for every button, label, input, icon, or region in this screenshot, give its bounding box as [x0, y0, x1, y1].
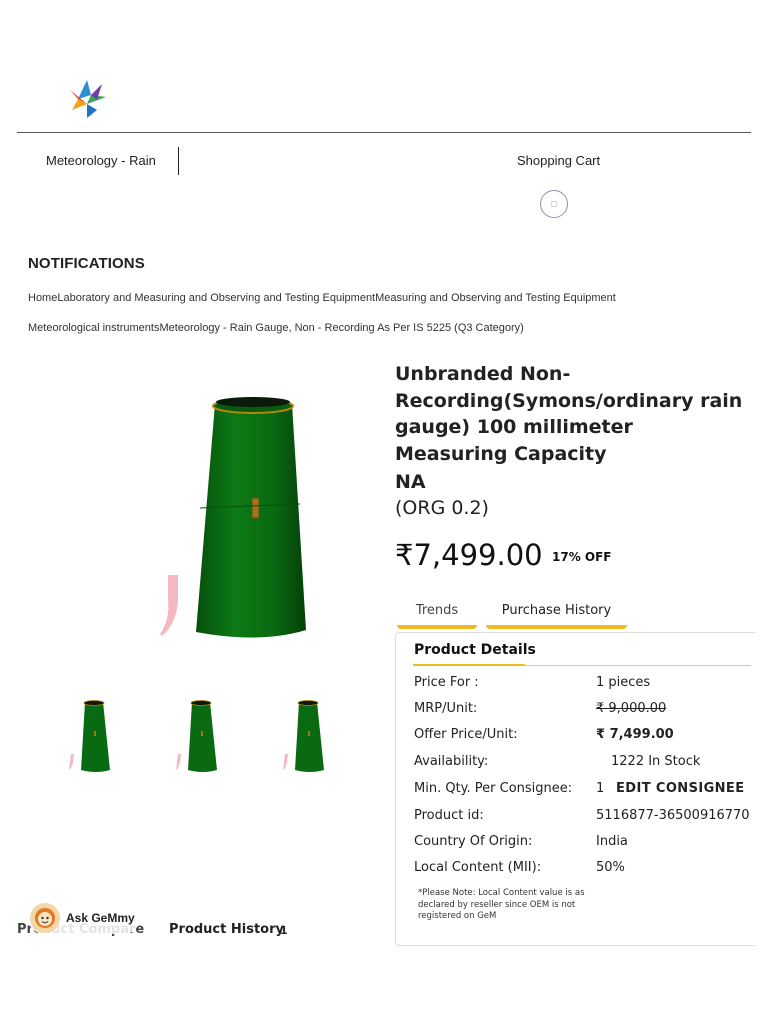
- product-org: (ORG 0.2): [395, 497, 489, 519]
- breadcrumb-line-2[interactable]: Meteorological instrumentsMeteorology - …: [28, 322, 524, 334]
- tab-purchase-history-indicator: [486, 625, 627, 629]
- detail-value-local-content: 50%: [596, 860, 625, 875]
- detail-label-availability: Availability:: [414, 754, 489, 769]
- detail-value-mrp: ₹ 9,000.00: [596, 701, 667, 716]
- detail-label-min-qty: Min. Qty. Per Consignee:: [414, 781, 573, 796]
- cart-icon[interactable]: □: [540, 190, 568, 218]
- detail-label-country: Country Of Origin:: [414, 834, 533, 849]
- shopping-cart-link[interactable]: Shopping Cart: [517, 153, 600, 168]
- detail-label-price-for: Price For :: [414, 675, 479, 690]
- gem-logo[interactable]: [66, 78, 108, 120]
- header-divider: [17, 132, 751, 133]
- product-price: ₹7,499.00: [395, 538, 543, 572]
- product-details-heading: Product Details: [414, 642, 536, 658]
- detail-value-offer-price: ₹ 7,499.00: [596, 727, 674, 742]
- detail-value-product-id: 5116877-36500916770: [596, 808, 750, 823]
- ask-gemmy-button[interactable]: Ask GeMmy: [28, 902, 140, 934]
- product-history-count: 1: [280, 924, 288, 937]
- detail-value-country: India: [596, 834, 628, 849]
- product-thumbnail[interactable]: [175, 698, 225, 774]
- tab-purchase-history[interactable]: Purchase History: [486, 603, 627, 618]
- detail-label-mrp: MRP/Unit:: [414, 701, 478, 716]
- product-details-divider: [525, 665, 751, 666]
- category-link[interactable]: Meteorology - Rain: [46, 153, 156, 168]
- product-title: Unbranded Non-Recording(Symons/ordinary …: [395, 363, 743, 465]
- detail-value-availability: 1222 In Stock: [611, 754, 701, 769]
- detail-value-min-qty: 1: [596, 781, 605, 796]
- product-details-underline: [413, 664, 525, 666]
- header-separator: [178, 147, 179, 175]
- tab-trends-indicator: [397, 625, 477, 629]
- product-thumbnail[interactable]: [282, 698, 332, 774]
- local-content-note: *Please Note: Local Content value is as …: [418, 888, 585, 921]
- product-main-image[interactable]: [160, 380, 320, 642]
- notifications-heading[interactable]: NOTIFICATIONS: [28, 255, 145, 272]
- detail-value-price-for: 1 pieces: [596, 675, 651, 690]
- detail-label-offer-price: Offer Price/Unit:: [414, 727, 518, 742]
- detail-label-product-id: Product id:: [414, 808, 484, 823]
- tab-trends[interactable]: Trends: [397, 603, 477, 618]
- product-brand: NA: [395, 471, 426, 493]
- edit-consignee-button[interactable]: EDIT CONSIGNEE: [616, 781, 744, 796]
- product-history-link[interactable]: Product History: [169, 922, 284, 937]
- discount-badge: 17% OFF: [552, 550, 612, 564]
- ask-gemmy-label: Ask GeMmy: [66, 911, 135, 925]
- breadcrumb-line-1[interactable]: HomeLaboratory and Measuring and Observi…: [28, 292, 616, 304]
- product-thumbnail[interactable]: [68, 698, 118, 774]
- gemmy-avatar-icon: [30, 903, 60, 933]
- detail-label-local-content: Local Content (MII):: [414, 860, 542, 875]
- gem-star-logo-icon: [70, 80, 106, 118]
